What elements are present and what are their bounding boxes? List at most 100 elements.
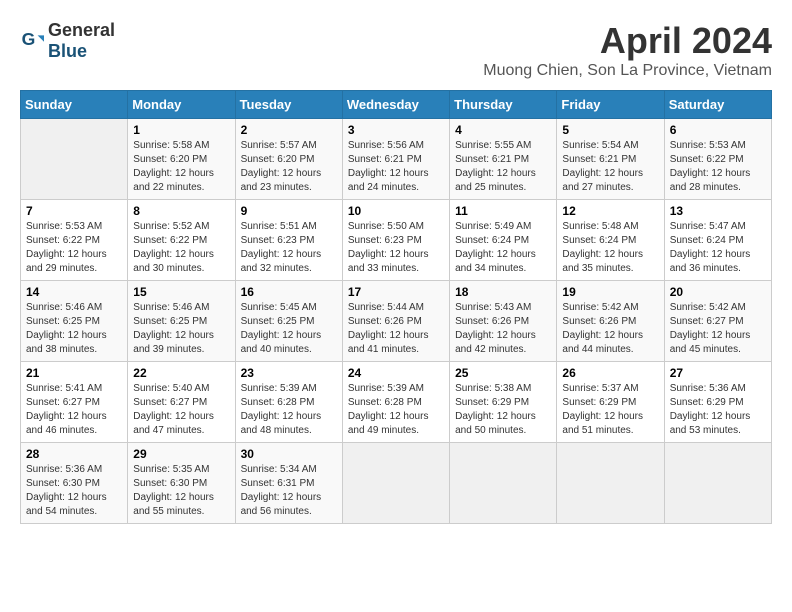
day-details: Sunrise: 5:57 AM Sunset: 6:20 PM Dayligh… [241,139,337,195]
calendar-cell: 29 Sunrise: 5:35 AM Sunset: 6:30 PM Dayli… [128,443,235,524]
calendar-cell: 4 Sunrise: 5:55 AM Sunset: 6:21 PM Daylig… [450,119,557,200]
calendar-cell [21,119,128,200]
day-number: 26 [562,366,658,380]
day-number: 23 [241,366,337,380]
logo-general: General [48,20,115,40]
calendar-cell: 11 Sunrise: 5:49 AM Sunset: 6:24 PM Dayli… [450,200,557,281]
page-header: G General Blue April 2024 Muong Chien, S… [20,20,772,80]
day-number: 25 [455,366,551,380]
day-number: 17 [348,285,444,299]
calendar-week-row: 14 Sunrise: 5:46 AM Sunset: 6:25 PM Dayli… [21,281,772,362]
logo-text: General Blue [48,20,115,62]
day-number: 19 [562,285,658,299]
day-number: 9 [241,204,337,218]
calendar-header-row: SundayMondayTuesdayWednesdayThursdayFrid… [21,91,772,119]
calendar-cell: 15 Sunrise: 5:46 AM Sunset: 6:25 PM Dayli… [128,281,235,362]
day-number: 8 [133,204,229,218]
day-number: 28 [26,447,122,461]
calendar-cell: 27 Sunrise: 5:36 AM Sunset: 6:29 PM Dayli… [664,362,771,443]
day-number: 6 [670,123,766,137]
calendar-header-monday: Monday [128,91,235,119]
calendar-cell: 17 Sunrise: 5:44 AM Sunset: 6:26 PM Dayli… [342,281,449,362]
day-details: Sunrise: 5:34 AM Sunset: 6:31 PM Dayligh… [241,463,337,519]
day-number: 15 [133,285,229,299]
calendar-cell: 13Sunrise: 5:47 AM Sunset: 6:24 PM Dayli… [664,200,771,281]
calendar-cell [342,443,449,524]
day-number: 20 [670,285,766,299]
day-number: 29 [133,447,229,461]
calendar-cell: 5Sunrise: 5:54 AM Sunset: 6:21 PM Daylig… [557,119,664,200]
calendar-cell: 16 Sunrise: 5:45 AM Sunset: 6:25 PM Dayli… [235,281,342,362]
calendar-week-row: 7 Sunrise: 5:53 AM Sunset: 6:22 PM Daylig… [21,200,772,281]
day-number: 27 [670,366,766,380]
calendar-header-wednesday: Wednesday [342,91,449,119]
logo: G General Blue [20,20,115,62]
day-details: Sunrise: 5:45 AM Sunset: 6:25 PM Dayligh… [241,301,337,357]
day-number: 3 [348,123,444,137]
day-number: 13 [670,204,766,218]
calendar-cell: 19 Sunrise: 5:42 AM Sunset: 6:26 PM Dayli… [557,281,664,362]
calendar-cell: 18Sunrise: 5:43 AM Sunset: 6:26 PM Dayli… [450,281,557,362]
day-details: Sunrise: 5:51 AM Sunset: 6:23 PM Dayligh… [241,220,337,276]
month-title: April 2024 [483,20,772,62]
day-details: Sunrise: 5:55 AM Sunset: 6:21 PM Dayligh… [455,139,551,195]
calendar-cell: 25 Sunrise: 5:38 AM Sunset: 6:29 PM Dayli… [450,362,557,443]
calendar-cell: 24Sunrise: 5:39 AM Sunset: 6:28 PM Dayli… [342,362,449,443]
calendar-week-row: 1 Sunrise: 5:58 AM Sunset: 6:20 PM Daylig… [21,119,772,200]
calendar-cell: 8 Sunrise: 5:52 AM Sunset: 6:22 PM Daylig… [128,200,235,281]
day-details: Sunrise: 5:53 AM Sunset: 6:22 PM Dayligh… [26,220,122,276]
day-details: Sunrise: 5:40 AM Sunset: 6:27 PM Dayligh… [133,382,229,438]
calendar-cell [664,443,771,524]
day-number: 4 [455,123,551,137]
calendar-cell: 3 Sunrise: 5:56 AM Sunset: 6:21 PM Daylig… [342,119,449,200]
day-details: Sunrise: 5:48 AM Sunset: 6:24 PM Dayligh… [562,220,658,276]
day-number: 2 [241,123,337,137]
day-details: Sunrise: 5:52 AM Sunset: 6:22 PM Dayligh… [133,220,229,276]
day-number: 11 [455,204,551,218]
day-details: Sunrise: 5:38 AM Sunset: 6:29 PM Dayligh… [455,382,551,438]
day-details: Sunrise: 5:42 AM Sunset: 6:26 PM Dayligh… [562,301,658,357]
calendar-cell: 7 Sunrise: 5:53 AM Sunset: 6:22 PM Daylig… [21,200,128,281]
calendar-cell: 21Sunrise: 5:41 AM Sunset: 6:27 PM Dayli… [21,362,128,443]
day-number: 7 [26,204,122,218]
calendar-cell [557,443,664,524]
day-details: Sunrise: 5:46 AM Sunset: 6:25 PM Dayligh… [133,301,229,357]
calendar-header-thursday: Thursday [450,91,557,119]
day-details: Sunrise: 5:53 AM Sunset: 6:22 PM Dayligh… [670,139,766,195]
calendar-week-row: 28Sunrise: 5:36 AM Sunset: 6:30 PM Dayli… [21,443,772,524]
day-number: 10 [348,204,444,218]
day-number: 1 [133,123,229,137]
day-number: 22 [133,366,229,380]
calendar-cell [450,443,557,524]
calendar-cell: 12Sunrise: 5:48 AM Sunset: 6:24 PM Dayli… [557,200,664,281]
calendar-cell: 9 Sunrise: 5:51 AM Sunset: 6:23 PM Daylig… [235,200,342,281]
day-details: Sunrise: 5:36 AM Sunset: 6:29 PM Dayligh… [670,382,766,438]
logo-icon: G [20,29,44,53]
calendar-cell: 10 Sunrise: 5:50 AM Sunset: 6:23 PM Dayli… [342,200,449,281]
title-section: April 2024 Muong Chien, Son La Province,… [483,20,772,80]
day-details: Sunrise: 5:56 AM Sunset: 6:21 PM Dayligh… [348,139,444,195]
calendar-cell: 22 Sunrise: 5:40 AM Sunset: 6:27 PM Dayli… [128,362,235,443]
day-details: Sunrise: 5:46 AM Sunset: 6:25 PM Dayligh… [26,301,122,357]
calendar-cell: 20 Sunrise: 5:42 AM Sunset: 6:27 PM Dayli… [664,281,771,362]
day-details: Sunrise: 5:42 AM Sunset: 6:27 PM Dayligh… [670,301,766,357]
calendar-header-saturday: Saturday [664,91,771,119]
calendar-header-sunday: Sunday [21,91,128,119]
day-details: Sunrise: 5:44 AM Sunset: 6:26 PM Dayligh… [348,301,444,357]
calendar-cell: 30Sunrise: 5:34 AM Sunset: 6:31 PM Dayli… [235,443,342,524]
day-details: Sunrise: 5:41 AM Sunset: 6:27 PM Dayligh… [26,382,122,438]
day-details: Sunrise: 5:58 AM Sunset: 6:20 PM Dayligh… [133,139,229,195]
calendar-header-friday: Friday [557,91,664,119]
calendar-cell: 23Sunrise: 5:39 AM Sunset: 6:28 PM Dayli… [235,362,342,443]
day-details: Sunrise: 5:37 AM Sunset: 6:29 PM Dayligh… [562,382,658,438]
calendar-cell: 1 Sunrise: 5:58 AM Sunset: 6:20 PM Daylig… [128,119,235,200]
day-details: Sunrise: 5:50 AM Sunset: 6:23 PM Dayligh… [348,220,444,276]
calendar-week-row: 21Sunrise: 5:41 AM Sunset: 6:27 PM Dayli… [21,362,772,443]
day-details: Sunrise: 5:35 AM Sunset: 6:30 PM Dayligh… [133,463,229,519]
calendar-cell: 2 Sunrise: 5:57 AM Sunset: 6:20 PM Daylig… [235,119,342,200]
calendar-cell: 26 Sunrise: 5:37 AM Sunset: 6:29 PM Dayli… [557,362,664,443]
day-number: 14 [26,285,122,299]
day-number: 16 [241,285,337,299]
calendar-cell: 28Sunrise: 5:36 AM Sunset: 6:30 PM Dayli… [21,443,128,524]
day-details: Sunrise: 5:49 AM Sunset: 6:24 PM Dayligh… [455,220,551,276]
